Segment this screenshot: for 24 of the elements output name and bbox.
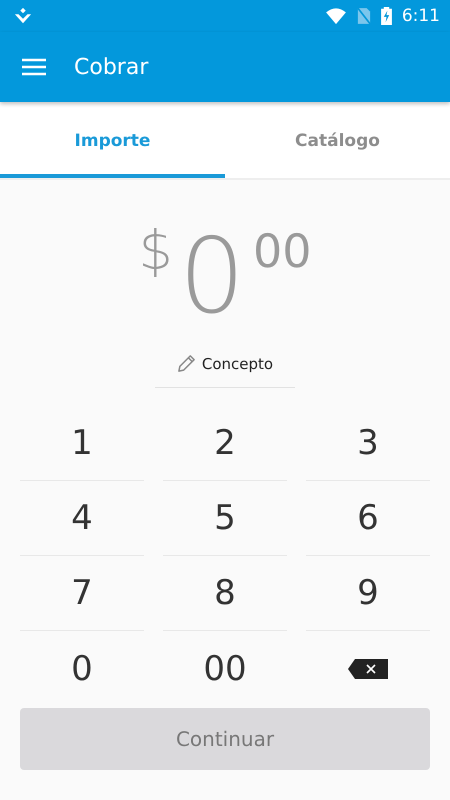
concept-field[interactable]: Concepto	[155, 344, 295, 388]
amount-whole: 0	[178, 224, 245, 328]
keypad-key[interactable]: 7	[20, 556, 144, 631]
wifi-icon	[324, 7, 347, 25]
keypad-key[interactable]: 3	[306, 406, 430, 481]
screen-title: Cobrar	[74, 54, 148, 80]
keypad-key[interactable]: 4	[20, 481, 144, 556]
keypad-key[interactable]: 9	[306, 556, 430, 631]
clock: 6:11	[402, 6, 440, 26]
no-sim-icon	[356, 7, 371, 25]
backspace-icon	[348, 658, 388, 678]
keypad-key[interactable]: 5	[163, 481, 287, 556]
menu-button[interactable]	[22, 58, 46, 76]
keypad-key[interactable]: 1	[20, 406, 144, 481]
battery-charging-icon	[380, 7, 392, 25]
keypad-key[interactable]: 2	[163, 406, 287, 481]
amount-cents: 00	[252, 228, 312, 274]
currency-symbol: $	[138, 224, 173, 278]
keypad-key[interactable]: 8	[163, 556, 287, 631]
keypad-key[interactable]: 00	[163, 631, 287, 706]
keypad-key[interactable]: 0	[20, 631, 144, 706]
pencil-icon	[176, 354, 196, 373]
keypad-key[interactable]: 6	[306, 481, 430, 556]
app-logo-icon	[12, 7, 34, 25]
